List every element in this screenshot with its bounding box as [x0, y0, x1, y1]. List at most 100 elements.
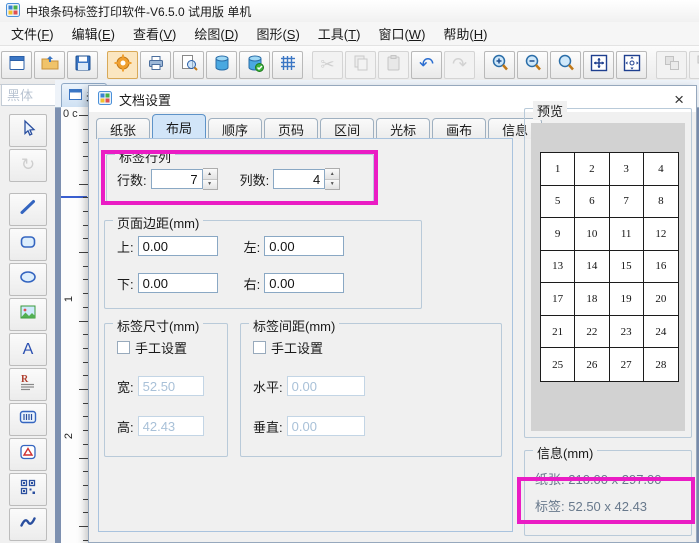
rowcol-group-title: 标签行列: [115, 147, 175, 166]
document-icon: [69, 88, 82, 103]
grid-button[interactable]: [272, 51, 303, 79]
print-button[interactable]: [140, 51, 171, 79]
tool-select-cursor-button[interactable]: [9, 114, 47, 147]
qrcode-icon: [18, 477, 38, 502]
database-connect-button[interactable]: [239, 51, 270, 79]
cols-spin-buttons: ▲ ▼: [325, 168, 340, 190]
preview-cell: 6: [575, 186, 609, 219]
preview-cell: 26: [575, 348, 609, 381]
gap-horizontal-input: [287, 376, 365, 396]
margin-bottom-input[interactable]: [138, 273, 218, 293]
preview-area: 1234567891011121314151617181920212223242…: [531, 123, 685, 431]
dialog-tab-纸张[interactable]: 纸张: [96, 118, 150, 139]
group-icon: [662, 53, 682, 78]
rowcol-group: 标签行列 行数: ▲ ▼ 列数: ▲: [106, 154, 374, 202]
zoom-in-button[interactable]: [484, 51, 515, 79]
margin-top-label: 上:: [117, 237, 134, 256]
preview-cell: 3: [610, 153, 644, 186]
preview-cell: 8: [644, 186, 678, 219]
dialog-tab-画布[interactable]: 画布: [432, 118, 486, 139]
margin-left-input[interactable]: [264, 236, 344, 256]
tool-rounded-rect-button[interactable]: [9, 228, 47, 261]
cols-label: 列数:: [240, 170, 270, 189]
rows-label: 行数:: [117, 170, 147, 189]
new-document-button[interactable]: [1, 51, 32, 79]
ruler-tick: [79, 115, 88, 116]
print-preview-button[interactable]: [173, 51, 204, 79]
preview-cell: 18: [575, 283, 609, 316]
toolbox-separator: [0, 184, 55, 191]
cols-input[interactable]: [273, 169, 325, 189]
tool-text-button[interactable]: A: [9, 333, 47, 366]
tool-curve-button[interactable]: [9, 508, 47, 541]
label-gap-manual-checkbox[interactable]: [253, 341, 266, 354]
tool-rich-text-button[interactable]: R: [9, 368, 47, 401]
rows-input[interactable]: [151, 169, 203, 189]
tool-barcode-button[interactable]: [9, 403, 47, 436]
info-paper-line: 纸张: 210.00 x 297.00: [535, 469, 662, 488]
cols-spin-down[interactable]: ▼: [325, 180, 339, 190]
menu-item-d[interactable]: 绘图(D): [185, 21, 247, 46]
dialog-tab-页码[interactable]: 页码: [264, 118, 318, 139]
label-gap-manual-label: 手工设置: [271, 338, 323, 357]
tool-image-button[interactable]: [9, 298, 47, 331]
preview-cell: 1: [541, 153, 575, 186]
zoom-out-icon: [523, 53, 543, 78]
paste-icon: [384, 53, 404, 78]
gap-vertical-label: 垂直:: [253, 417, 283, 436]
menu-item-v[interactable]: 查看(V): [124, 21, 185, 46]
menu-item-e[interactable]: 编辑(E): [63, 21, 124, 46]
label-width-label: 宽:: [117, 377, 134, 396]
preview-cell: 13: [541, 251, 575, 284]
margin-bottom-label: 下:: [117, 274, 134, 293]
zoom-button[interactable]: [550, 51, 581, 79]
ruler-corner-label: 0 c: [63, 108, 78, 120]
dialog-tab-区间[interactable]: 区间: [320, 118, 374, 139]
menu-item-f[interactable]: 文件(F): [2, 21, 63, 46]
open-file-button[interactable]: [34, 51, 65, 79]
menu-item-s[interactable]: 图形(S): [247, 21, 308, 46]
dialog-tab-光标[interactable]: 光标: [376, 118, 430, 139]
dialog-close-button[interactable]: ×: [671, 91, 687, 108]
rows-spin-down[interactable]: ▼: [203, 180, 217, 190]
tool-ellipse-button[interactable]: [9, 263, 47, 296]
curve-icon: [18, 512, 38, 537]
preview-cell: 27: [610, 348, 644, 381]
ruler-tick: [79, 458, 88, 459]
dialog-tab-布局[interactable]: 布局: [152, 114, 206, 139]
tool-line-button[interactable]: [9, 193, 47, 226]
select-cursor-icon: [18, 118, 38, 143]
undo-button[interactable]: ↶: [411, 51, 442, 79]
fit-page-button[interactable]: [583, 51, 614, 79]
menu-item-w[interactable]: 窗口(W): [369, 21, 434, 46]
ellipse-icon: [18, 267, 38, 292]
fit-width-button[interactable]: [616, 51, 647, 79]
zoom-out-button[interactable]: [517, 51, 548, 79]
preview-cell: 10: [575, 218, 609, 251]
info-group: 信息(mm) 纸张: 210.00 x 297.00 标签: 52.50 x 4…: [524, 450, 692, 536]
gap-vertical-input: [287, 416, 365, 436]
menu-item-t[interactable]: 工具(T): [309, 21, 370, 46]
document-settings-dialog: 文档设置 × 纸张布局顺序页码区间光标画布信息 标签行列 行数: ▲ ▼: [88, 85, 697, 543]
menu-item-h[interactable]: 帮助(H): [434, 21, 496, 46]
preview-cell: 28: [644, 348, 678, 381]
cols-spin-up[interactable]: ▲: [325, 169, 339, 180]
dialog-icon: [98, 91, 112, 108]
tool-qrcode-button[interactable]: [9, 473, 47, 506]
group-button: [656, 51, 687, 79]
ungroup-icon: [695, 53, 699, 78]
save-button[interactable]: [67, 51, 98, 79]
cols-spinner: ▲ ▼: [273, 168, 340, 190]
page-setup-button[interactable]: [107, 51, 138, 79]
label-size-manual-checkbox[interactable]: [117, 341, 130, 354]
database-button[interactable]: [206, 51, 237, 79]
margin-right-input[interactable]: [264, 273, 344, 293]
database-icon: [212, 53, 232, 78]
rows-spin-up[interactable]: ▲: [203, 169, 217, 180]
margin-top-input[interactable]: [138, 236, 218, 256]
tool-shape-button[interactable]: [9, 438, 47, 471]
save-icon: [73, 53, 93, 78]
dialog-tab-顺序[interactable]: 顺序: [208, 118, 262, 139]
preview-cell: 25: [541, 348, 575, 381]
zoom-icon: [556, 53, 576, 78]
